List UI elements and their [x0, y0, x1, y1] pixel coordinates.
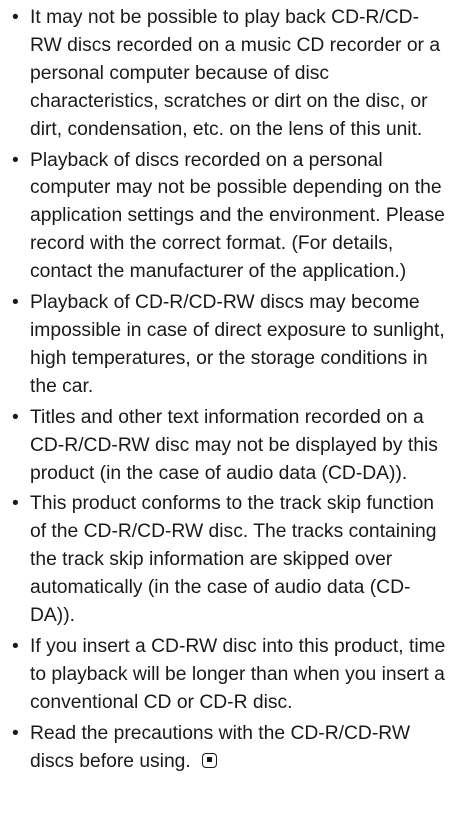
- list-item-text: If you insert a CD-RW disc into this pro…: [30, 635, 446, 713]
- bullet-icon: •: [12, 493, 19, 515]
- list-item: • Playback of discs recorded on a person…: [10, 147, 450, 287]
- list-item: • Playback of CD-R/CD-RW discs may becom…: [10, 289, 450, 401]
- precautions-list: • It may not be possible to play back CD…: [10, 4, 450, 778]
- list-item-text: Playback of CD-R/CD-RW discs may become …: [30, 292, 445, 397]
- list-item-text: It may not be possible to play back CD-R…: [30, 7, 441, 140]
- bullet-icon: •: [12, 635, 19, 657]
- bullet-icon: •: [12, 149, 19, 171]
- bullet-icon: •: [12, 292, 19, 314]
- list-item: • It may not be possible to play back CD…: [10, 4, 450, 144]
- bullet-icon: •: [12, 406, 19, 428]
- list-item-text: Playback of discs recorded on a personal…: [30, 149, 445, 283]
- list-item: • This product conforms to the track ski…: [10, 490, 450, 630]
- list-item: • If you insert a CD-RW disc into this p…: [10, 633, 450, 717]
- bullet-icon: •: [12, 722, 19, 744]
- bullet-icon: •: [12, 7, 19, 28]
- list-item-text: This product conforms to the track skip …: [30, 493, 437, 627]
- list-item-text: Read the precautions with the CD-R/CD-RW…: [30, 722, 411, 772]
- document-page: • It may not be possible to play back CD…: [0, 0, 462, 814]
- end-of-section-icon: [202, 752, 218, 768]
- list-item: • Read the precautions with the CD-R/CD-…: [10, 720, 450, 776]
- list-item-text: Titles and other text information record…: [30, 406, 438, 484]
- list-item: • Titles and other text information reco…: [10, 404, 450, 488]
